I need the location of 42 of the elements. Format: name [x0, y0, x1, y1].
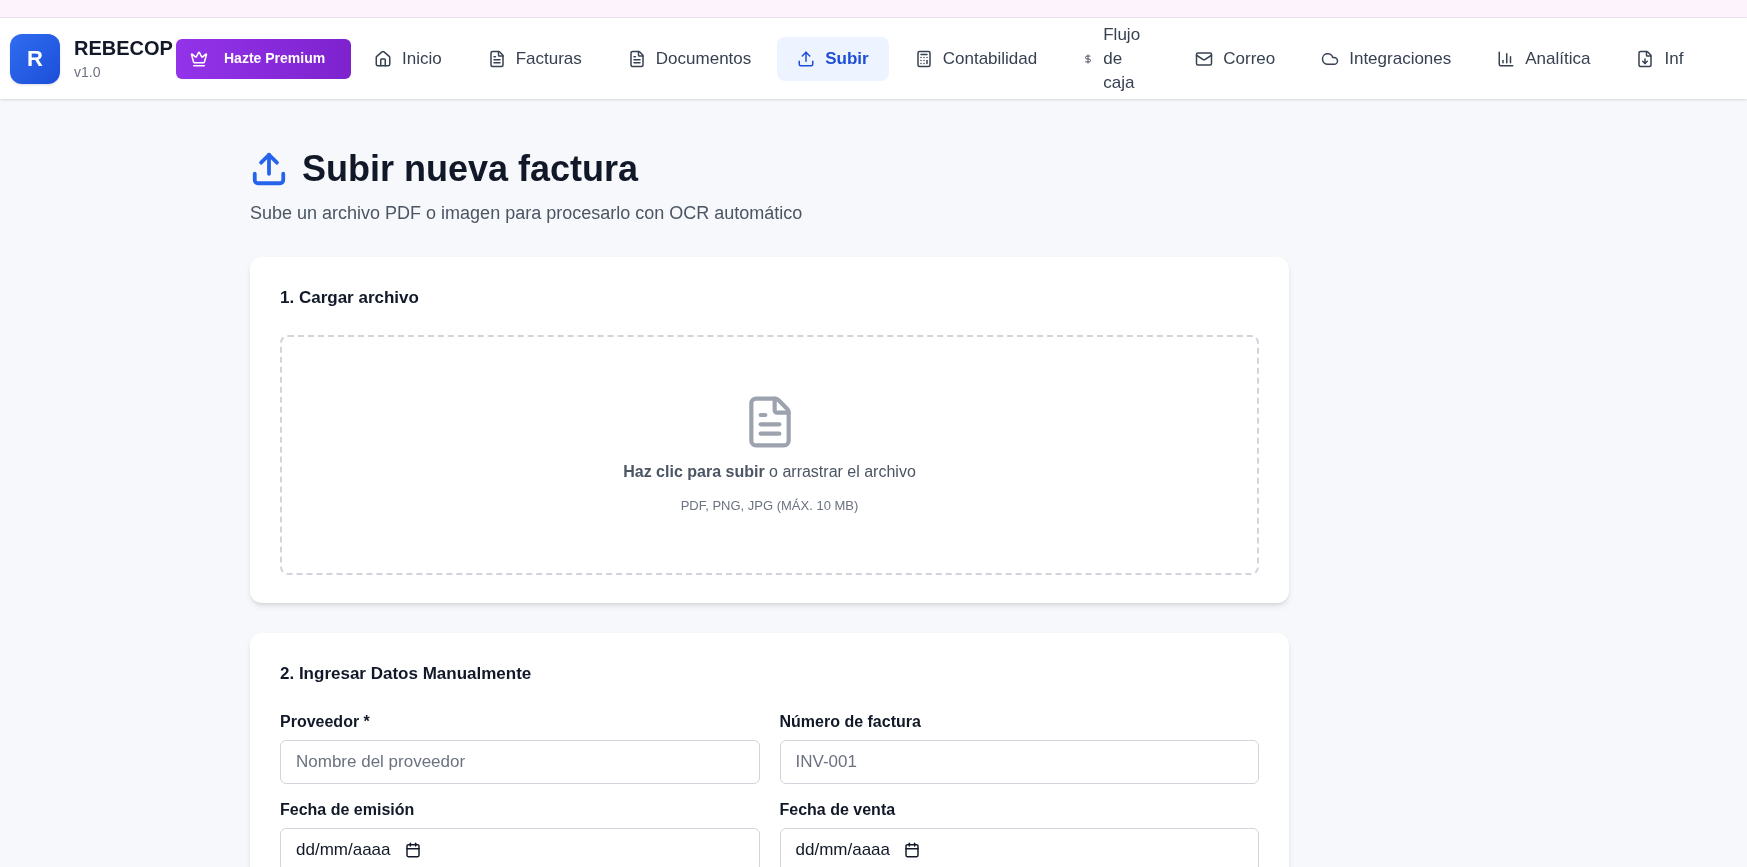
input-field[interactable]: INV-001: [779, 740, 1259, 784]
nav-tab[interactable]: Facturas: [467, 36, 602, 81]
field-label: Proveedor *: [280, 712, 371, 732]
bar-chart-icon: [1497, 49, 1516, 68]
house-icon: [374, 49, 392, 68]
premium-button[interactable]: Hazte Premium: [176, 38, 351, 79]
nav-tab[interactable]: Inf: [1616, 36, 1704, 81]
app-logo: R: [10, 33, 60, 84]
calendar-icon: [404, 842, 421, 858]
section-title: 1. Cargar archivo: [280, 287, 420, 309]
nav-tab[interactable]: Documentos: [607, 36, 772, 81]
date-field[interactable]: dd/mm/aaaa: [779, 828, 1259, 867]
file-drop-zone[interactable]: Haz clic para subir o arrastrar el archivo PDF, PNG, JPG (MÁX. 10 MB): [280, 334, 1259, 575]
envelope-icon: [1195, 49, 1214, 68]
nav-tab[interactable]: Contabilidad: [894, 36, 1058, 81]
document-icon: [627, 49, 646, 68]
calendar-icon: [904, 842, 920, 858]
nav-tab[interactable]: Subir: [777, 36, 889, 81]
date-field[interactable]: dd/mm/aaaa: [280, 828, 760, 867]
download-file-icon: [1636, 49, 1655, 68]
nav-tab[interactable]: Inicio: [354, 36, 462, 81]
dollar-icon: [1083, 53, 1094, 64]
nav-tab[interactable]: Flujo de caja: [1063, 20, 1170, 97]
nav-tab[interactable]: Integraciones: [1301, 36, 1472, 81]
page-title: Subir nueva factura: [302, 147, 639, 191]
section-title: 2. Ingresar Datos Manualmente: [280, 662, 533, 685]
nav-tab[interactable]: Correo: [1175, 36, 1296, 81]
input-field[interactable]: Nombre del proveedor: [280, 740, 760, 784]
app-name: REBECOP: [74, 36, 174, 61]
calculator-icon: [914, 49, 933, 68]
field-label: Número de factura: [779, 712, 922, 732]
nav-tab[interactable]: Analítica: [1477, 36, 1611, 81]
upload-icon: [797, 49, 816, 68]
field-label: Fecha de emisión: [280, 800, 416, 820]
app-version: v1.0: [74, 63, 102, 82]
crown-icon: [190, 49, 208, 68]
upload-prompt: Haz clic para subir o arrastrar el archivo: [623, 461, 916, 482]
file-format-hint: PDF, PNG, JPG (MÁX. 10 MB): [680, 496, 859, 515]
field-label: Fecha de venta: [779, 800, 897, 820]
page-subtitle: Sube un archivo PDF o imagen para procesarlo con OCR automático: [250, 202, 804, 225]
upload-icon: [250, 150, 288, 188]
document-icon: [487, 49, 506, 68]
